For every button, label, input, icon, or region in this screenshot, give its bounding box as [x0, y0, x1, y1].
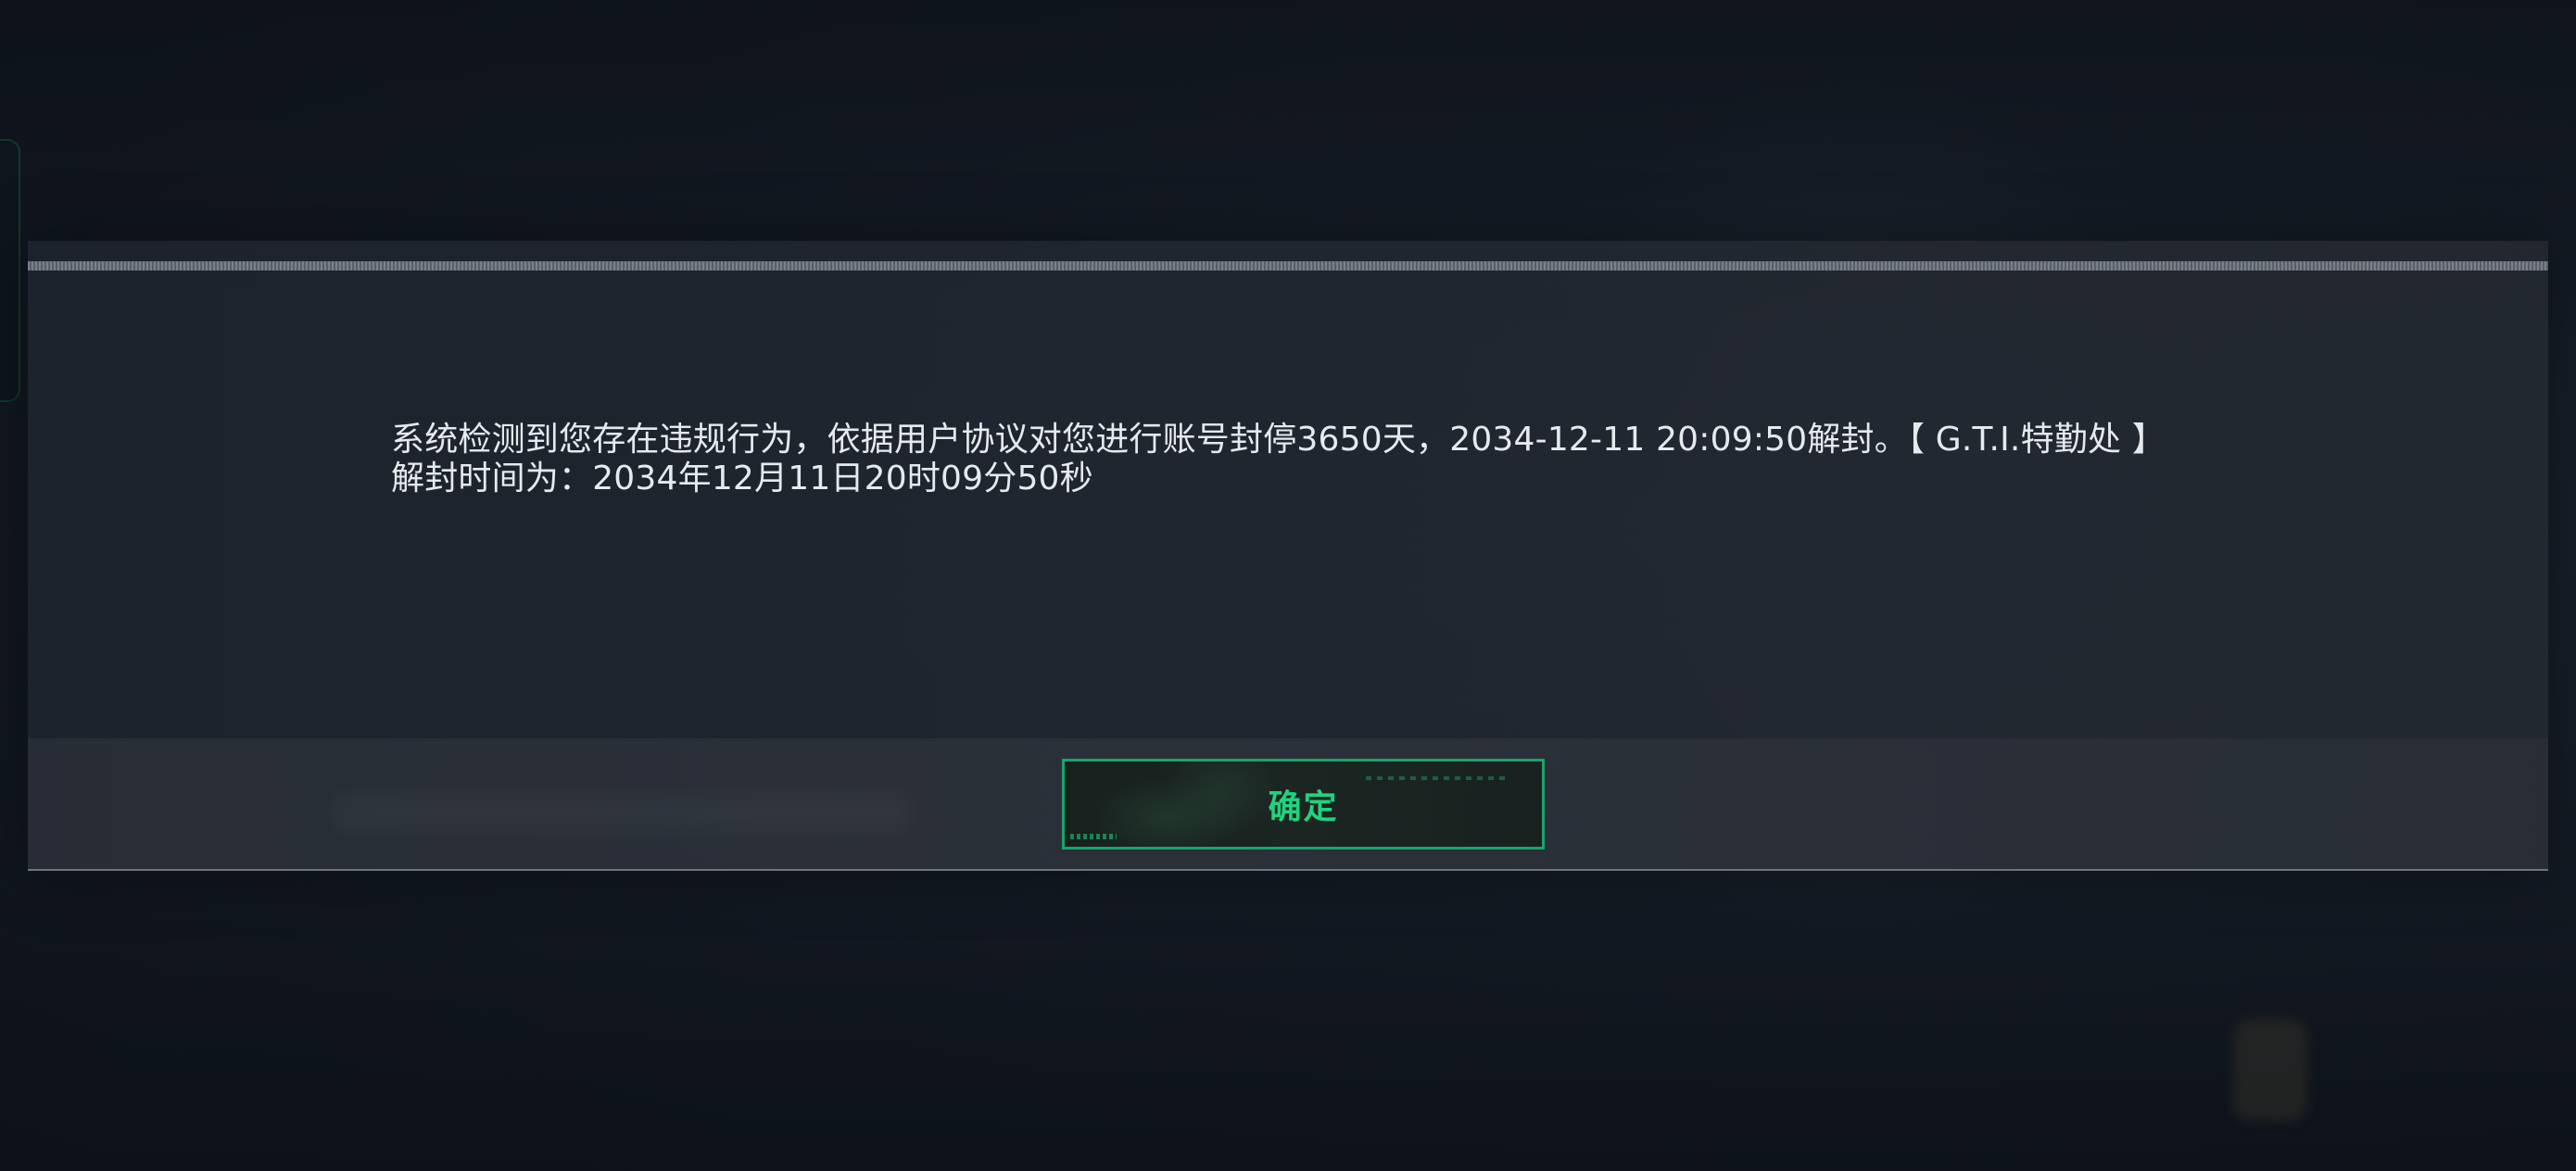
button-decoration-left	[1070, 834, 1117, 839]
side-drawer-tab[interactable]	[0, 139, 20, 402]
footer-decoration	[334, 794, 908, 831]
ban-message-text: 系统检测到您存在违规行为，依据用户协议对您进行账号封停3650天，2034-12…	[391, 421, 2166, 459]
confirm-button[interactable]: 确定	[1062, 759, 1545, 850]
dialog-body: 系统检测到您存在违规行为，依据用户协议对您进行账号封停3650天，2034-12…	[28, 271, 2548, 738]
unban-time-text: 解封时间为：2034年12月11日20时09分50秒	[391, 460, 1093, 497]
background-glow	[2233, 1019, 2307, 1121]
ban-notice-dialog: 系统检测到您存在违规行为，依据用户协议对您进行账号封停3650天，2034-12…	[28, 241, 2548, 871]
dialog-footer: 确定	[28, 738, 2548, 871]
dialog-top-border	[28, 261, 2548, 271]
confirm-button-label: 确定	[1268, 788, 1339, 826]
button-decoration-right	[1366, 776, 1505, 780]
ban-message: 系统检测到您存在违规行为，依据用户协议对您进行账号封停3650天，2034-12…	[391, 421, 2207, 498]
